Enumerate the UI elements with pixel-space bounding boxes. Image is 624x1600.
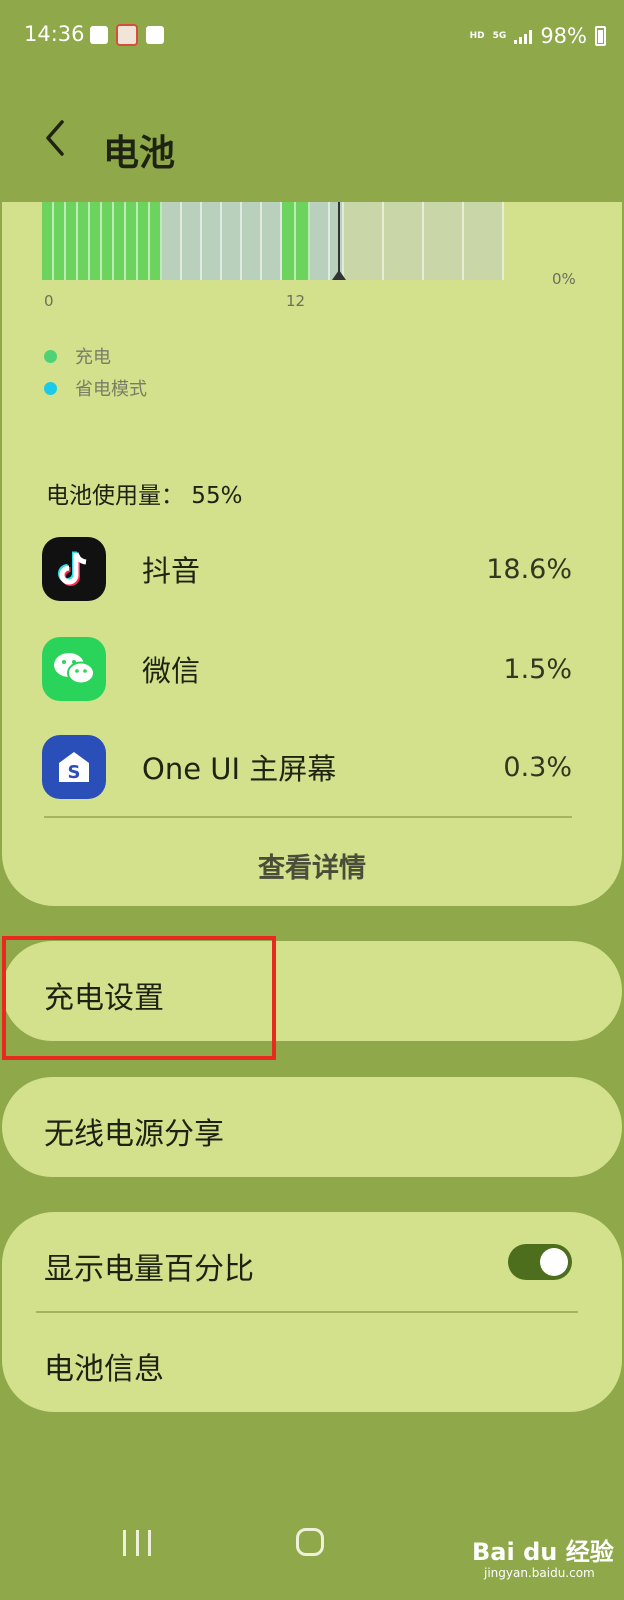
tiktok-icon (42, 537, 106, 601)
chart-legend: 充电 省电模式 (44, 340, 147, 404)
show-percent-item[interactable]: 显示电量百分比 (2, 1212, 622, 1312)
chart-segment-charging (296, 202, 310, 280)
battery-icon (595, 26, 606, 46)
hd-indicator: HD (469, 31, 485, 41)
app-row-oneui-home[interactable]: S One UI 主屏幕 0.3% (42, 734, 572, 800)
view-details-button[interactable]: 查看详情 (2, 846, 622, 885)
back-button[interactable] (36, 116, 76, 160)
legend-item-charging: 充电 (44, 340, 147, 372)
legend-label: 省电模式 (75, 379, 147, 400)
chevron-left-icon (46, 120, 64, 156)
chart-segment-charging (54, 202, 66, 280)
battery-info-item[interactable]: 电池信息 (2, 1312, 622, 1412)
wireless-power-share-label: 无线电源分享 (44, 1117, 224, 1152)
app-name: 抖音 (142, 554, 201, 588)
oneui-home-icon: S (42, 735, 106, 799)
status-time: 14:36 (24, 22, 85, 46)
navigation-bar: Bai du 经验 jingyan.baidu.com (0, 1510, 624, 1600)
chart-segment-normal (330, 202, 344, 280)
app-percent: 1.5% (503, 653, 572, 685)
chart-segment-normal (202, 202, 222, 280)
battery-options-group: 显示电量百分比 电池信息 (2, 1212, 622, 1412)
app-row-douyin[interactable]: 抖音 18.6% (42, 536, 572, 602)
network-indicator: 5G (492, 31, 507, 41)
chart-segment-future (424, 202, 464, 280)
battery-info-label: 电池信息 (44, 1352, 164, 1387)
chart-bars (42, 202, 532, 280)
current-time-pointer (332, 270, 346, 280)
wireless-power-share-item[interactable]: 无线电源分享 (2, 1077, 622, 1177)
usage-title: 电池使用量： 55% (46, 483, 243, 509)
highlight-box (2, 936, 276, 1060)
battery-chart: 0 12 0% (42, 202, 582, 322)
chart-segment-future (384, 202, 424, 280)
chart-segment-charging (102, 202, 114, 280)
home-button[interactable] (296, 1528, 324, 1556)
baidu-watermark: Bai du 经验 (472, 1538, 614, 1566)
app-row-wechat[interactable]: 微信 1.5% (42, 636, 572, 702)
chart-segment-charging (114, 202, 126, 280)
chart-segment-charging (150, 202, 162, 280)
recent-apps-button[interactable] (123, 1530, 151, 1556)
chart-segment-charging (42, 202, 54, 280)
app-name: 微信 (142, 654, 201, 688)
chart-segment-charging (90, 202, 102, 280)
signal-icon (514, 28, 533, 44)
chart-segment-charging (78, 202, 90, 280)
battery-percent: 98% (540, 24, 587, 48)
page-title: 电池 (103, 133, 176, 174)
chart-segment-future (464, 202, 504, 280)
chart-segment-future (344, 202, 384, 280)
wechat-icon (42, 637, 106, 701)
power-saving-dot-icon (44, 381, 57, 395)
app-name: One UI 主屏幕 (142, 752, 337, 786)
app-percent: 0.3% (503, 751, 572, 783)
chart-segment-normal (242, 202, 262, 280)
app-percent: 18.6% (486, 553, 572, 585)
charging-dot-icon (44, 349, 57, 363)
app-notification-icon (116, 24, 138, 46)
x-axis-mid-label: 12 (286, 292, 306, 310)
gallery-icon (90, 26, 108, 44)
chart-segment-normal (222, 202, 242, 280)
legend-label: 充电 (75, 347, 111, 368)
notification-icons (90, 24, 164, 46)
chart-segment-normal (310, 202, 330, 280)
legend-item-power-saving: 省电模式 (44, 372, 147, 404)
status-indicators: HD 5G 98% (470, 24, 606, 48)
battery-usage-card: 0 12 0% 充电 省电模式 电池使用量： 55% 抖音 18.6% 微信 1… (2, 202, 622, 906)
toggle-knob (540, 1248, 568, 1276)
show-percent-toggle[interactable] (508, 1244, 572, 1280)
chart-segment-normal (182, 202, 202, 280)
current-time-marker (338, 202, 340, 274)
chart-segment-normal (162, 202, 182, 280)
chart-segment-normal (262, 202, 282, 280)
svg-text:S: S (68, 762, 81, 783)
show-percent-label: 显示电量百分比 (44, 1252, 254, 1287)
status-bar: 14:36 HD 5G 98% (0, 0, 624, 74)
chart-segment-charging (66, 202, 78, 280)
baidu-watermark-url: jingyan.baidu.com (484, 1566, 595, 1580)
chart-segment-charging (126, 202, 138, 280)
checkbox-icon (146, 26, 164, 44)
y-axis-min-label: 0% (552, 270, 576, 288)
divider (44, 816, 572, 818)
chart-segment-charging (282, 202, 296, 280)
x-axis-start-label: 0 (44, 292, 54, 310)
header: 电池 (0, 74, 624, 202)
chart-segment-charging (138, 202, 150, 280)
